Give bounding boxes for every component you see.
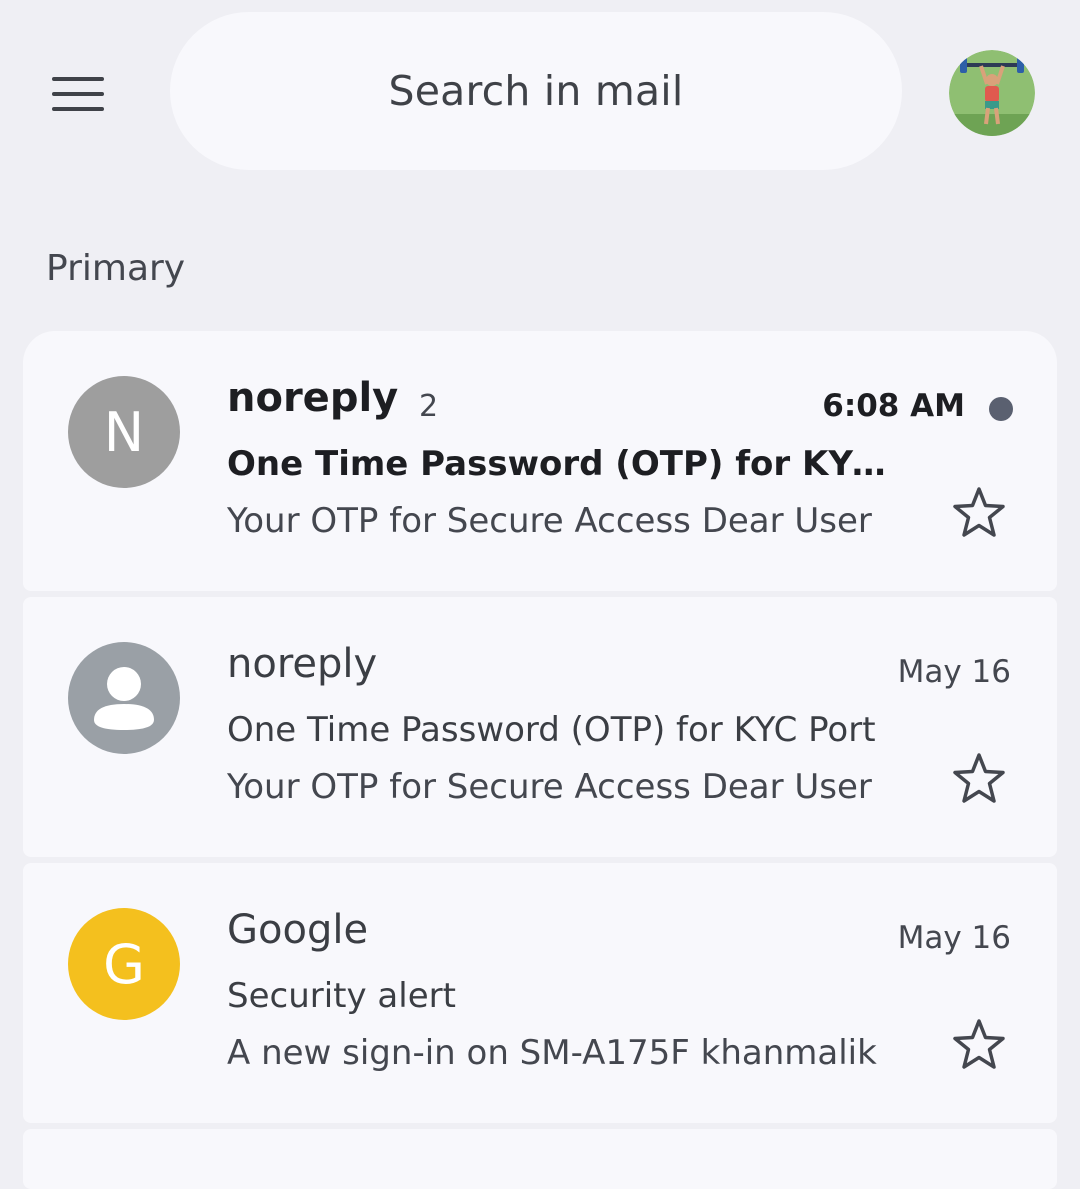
- email-subject: Security alert: [227, 976, 456, 1016]
- sender-avatar: [68, 642, 180, 754]
- unread-dot-icon: [989, 397, 1013, 421]
- thread-count: 2: [419, 389, 439, 424]
- top-app-bar: Search in mail: [0, 0, 1080, 190]
- email-time: 6:08 AM: [822, 388, 965, 424]
- email-row[interactable]: N noreply 2 6:08 AM One Time Password (O…: [23, 331, 1057, 591]
- email-row[interactable]: noreply May 16 One Time Password (OTP) f…: [23, 597, 1057, 857]
- section-label-primary: Primary: [46, 248, 186, 289]
- email-time: May 16: [897, 654, 1011, 690]
- hamburger-menu-icon: [52, 77, 104, 111]
- sender-avatar-letter: G: [103, 932, 145, 996]
- email-row[interactable]: G Google May 16 Security alert A new sig…: [23, 863, 1057, 1123]
- person-icon: [94, 667, 154, 730]
- email-sender: noreply: [227, 375, 399, 421]
- email-row-partial[interactable]: [23, 1129, 1057, 1189]
- account-avatar-icon: [949, 50, 1035, 136]
- star-outline-icon[interactable]: [951, 751, 1007, 807]
- email-snippet: A new sign-in on SM-A175F khanmalik: [227, 1033, 877, 1073]
- search-placeholder: Search in mail: [388, 67, 684, 115]
- star-outline-icon[interactable]: [951, 485, 1007, 541]
- search-bar[interactable]: Search in mail: [170, 12, 902, 170]
- email-time: May 16: [897, 920, 1011, 956]
- sender-avatar-letter: N: [103, 400, 145, 464]
- email-subject: One Time Password (OTP) for KYC Port: [227, 710, 876, 750]
- email-snippet: Your OTP for Secure Access Dear User: [227, 767, 872, 807]
- account-avatar-button[interactable]: [949, 50, 1035, 136]
- star-outline-icon[interactable]: [951, 1017, 1007, 1073]
- email-sender: noreply: [227, 641, 378, 687]
- email-subject: One Time Password (OTP) for KYC Port: [227, 444, 907, 484]
- email-snippet: Your OTP for Secure Access Dear User: [227, 501, 872, 541]
- menu-button[interactable]: [36, 52, 120, 136]
- sender-avatar: N: [68, 376, 180, 488]
- sender-avatar: G: [68, 908, 180, 1020]
- email-sender: Google: [227, 907, 369, 953]
